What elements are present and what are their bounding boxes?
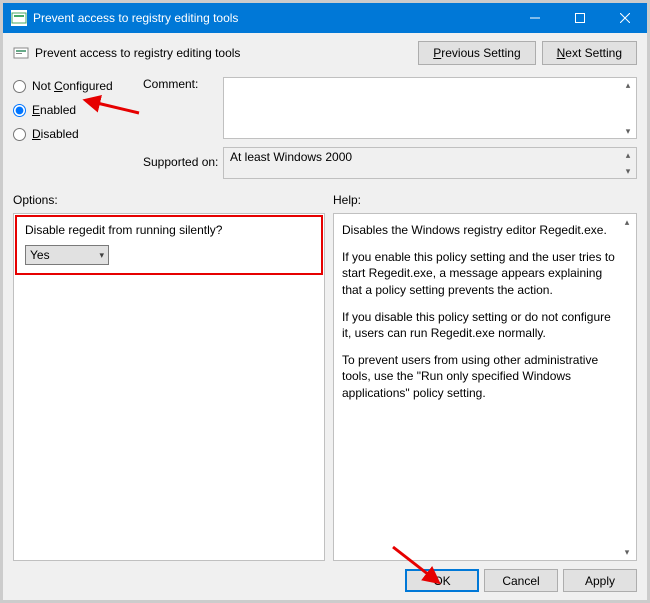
radio-enabled[interactable]: Enabled bbox=[13, 103, 143, 117]
disable-silent-dropdown[interactable]: Yes ▾ bbox=[25, 245, 109, 265]
comment-textarea[interactable]: ▴ ▾ bbox=[223, 77, 637, 139]
scroll-up-icon[interactable]: ▴ bbox=[619, 215, 635, 229]
policy-icon bbox=[13, 45, 29, 61]
supported-on-value: At least Windows 2000 bbox=[230, 150, 352, 164]
window-title: Prevent access to registry editing tools bbox=[33, 11, 512, 25]
radio-enabled-input[interactable] bbox=[13, 104, 26, 117]
scroll-down-icon[interactable]: ▾ bbox=[620, 164, 636, 178]
help-text: If you enable this policy setting and th… bbox=[342, 249, 616, 298]
scroll-up-icon[interactable]: ▴ bbox=[620, 78, 636, 92]
apply-button[interactable]: Apply bbox=[563, 569, 637, 592]
policy-title: Prevent access to registry editing tools bbox=[35, 46, 412, 60]
supported-on-box: At least Windows 2000 ▴ ▾ bbox=[223, 147, 637, 179]
supported-label: Supported on: bbox=[143, 155, 223, 169]
minimize-button[interactable] bbox=[512, 3, 557, 33]
radio-not-configured[interactable]: Not Configured bbox=[13, 79, 143, 93]
cancel-button[interactable]: Cancel bbox=[484, 569, 558, 592]
radio-disabled[interactable]: Disabled bbox=[13, 127, 143, 141]
disable-silent-label: Disable regedit from running silently? bbox=[25, 223, 313, 237]
app-icon bbox=[11, 10, 27, 26]
maximize-button[interactable] bbox=[557, 3, 602, 33]
help-text: If you disable this policy setting or do… bbox=[342, 309, 616, 341]
scroll-down-icon[interactable]: ▾ bbox=[620, 124, 636, 138]
radio-disabled-input[interactable] bbox=[13, 128, 26, 141]
scroll-down-icon[interactable]: ▾ bbox=[619, 545, 635, 559]
radio-not-configured-input[interactable] bbox=[13, 80, 26, 93]
ok-button[interactable]: OK bbox=[405, 569, 479, 592]
previous-setting-button[interactable]: Previous Setting bbox=[418, 41, 535, 65]
scroll-up-icon[interactable]: ▴ bbox=[620, 148, 636, 162]
help-text: To prevent users from using other admini… bbox=[342, 352, 616, 401]
titlebar: Prevent access to registry editing tools bbox=[3, 3, 647, 33]
comment-label: Comment: bbox=[143, 77, 223, 91]
chevron-down-icon: ▾ bbox=[99, 250, 104, 261]
annotation-highlight: Disable regedit from running silently? Y… bbox=[15, 215, 323, 275]
disable-silent-value: Yes bbox=[30, 248, 50, 262]
options-panel: Disable regedit from running silently? Y… bbox=[13, 213, 325, 561]
help-section-label: Help: bbox=[333, 193, 361, 207]
help-text: Disables the Windows registry editor Reg… bbox=[342, 222, 616, 238]
close-button[interactable] bbox=[602, 3, 647, 33]
help-panel: Disables the Windows registry editor Reg… bbox=[333, 213, 637, 561]
options-section-label: Options: bbox=[13, 193, 333, 207]
next-setting-button[interactable]: Next Setting bbox=[542, 41, 637, 65]
